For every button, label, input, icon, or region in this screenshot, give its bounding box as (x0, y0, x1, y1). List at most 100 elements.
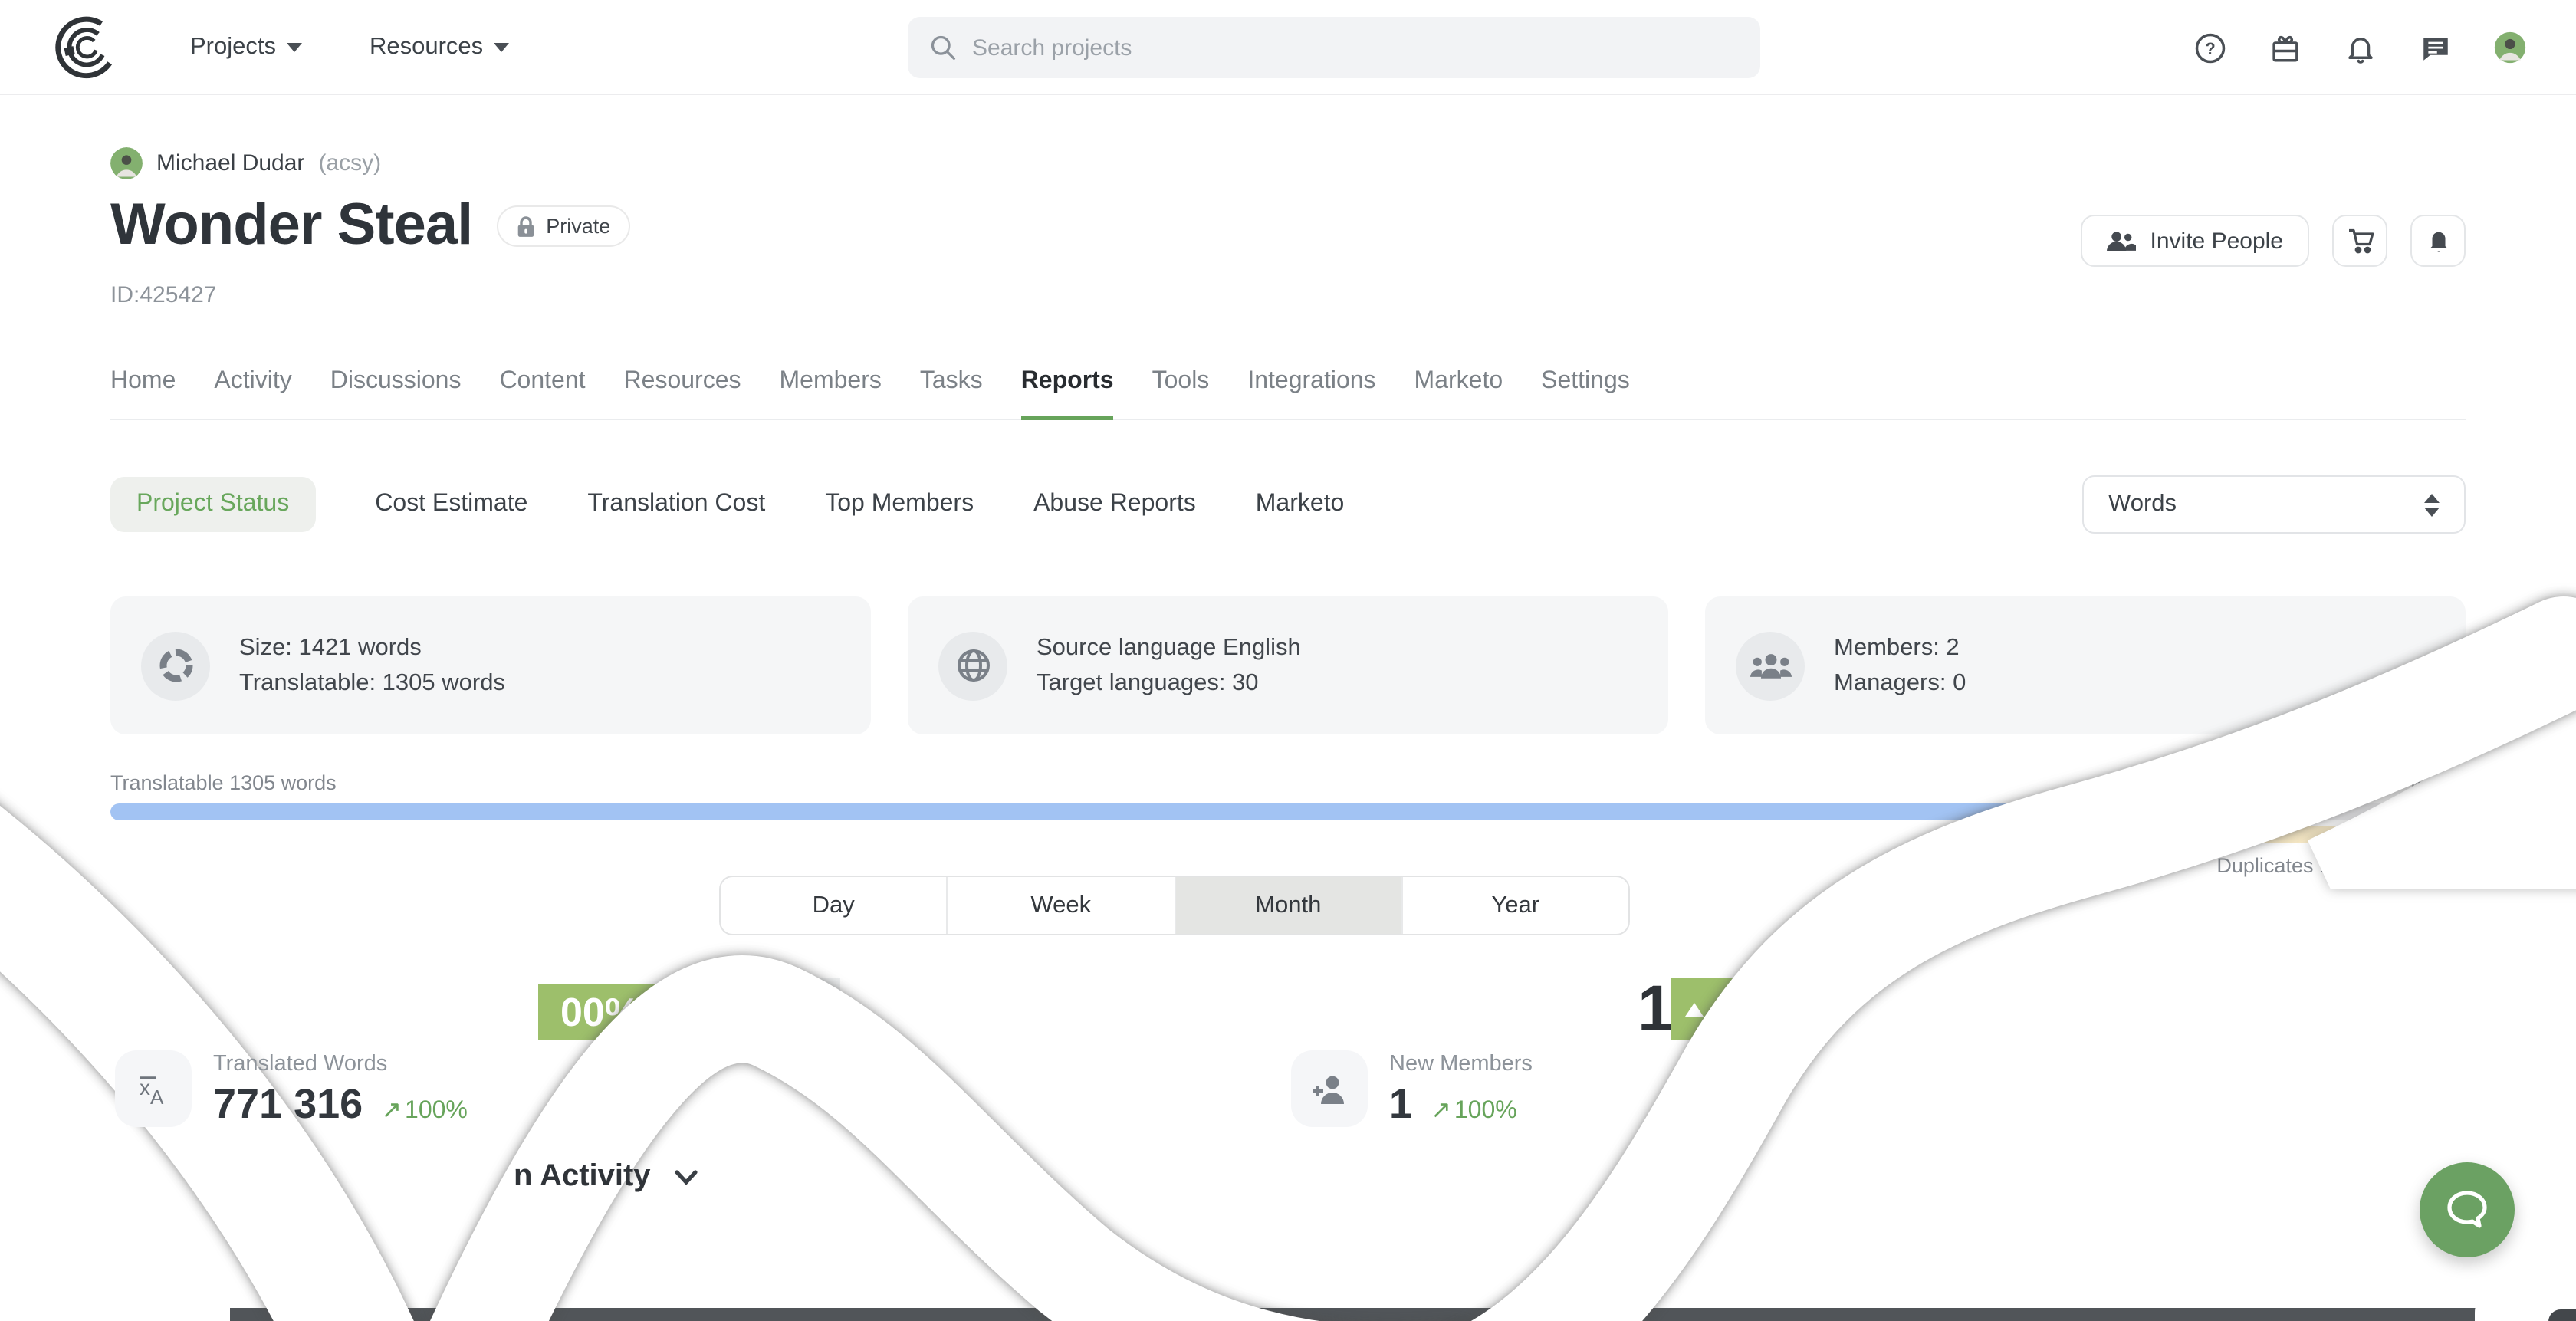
new-members-stat: New Members 1 ↗ 100% (1291, 1050, 1533, 1129)
chart-delta-badge: 00% (538, 984, 662, 1040)
select-arrows-icon (2424, 493, 2440, 516)
invite-people-button[interactable]: Invite People (2082, 215, 2309, 267)
stat-delta-value: 100% (1454, 1098, 1517, 1125)
messages-icon[interactable] (2418, 31, 2452, 64)
duplicates-label: Duplicates 1 (2216, 854, 2331, 877)
chart-delta-badge-text: 00% (560, 988, 640, 1036)
help-icon[interactable]: ? (2193, 31, 2226, 64)
stat-delta-value: 100% (405, 1098, 468, 1125)
stat-value: 771 316 (213, 1081, 363, 1129)
owner-avatar (110, 147, 143, 179)
unit-select[interactable]: Words (2082, 475, 2466, 534)
unit-select-value: Words (2108, 491, 2177, 518)
subtab-marketo[interactable]: Marketo (1256, 491, 1345, 518)
chart-value-fragment: 1 (1638, 972, 1674, 1046)
tab-integrations[interactable]: Integrations (1247, 368, 1375, 419)
chat-bubble-icon (2444, 1188, 2490, 1231)
nav-resources-label: Resources (370, 33, 483, 61)
bell-filled-icon (2425, 227, 2451, 255)
duplicates-progress-bar (2242, 826, 2466, 843)
stat-label: Translated Words (213, 1052, 468, 1076)
svg-text:?: ? (2204, 38, 2214, 58)
gift-icon[interactable] (2268, 31, 2302, 64)
subtab-top-members[interactable]: Top Members (825, 491, 974, 518)
chevron-down-icon (494, 42, 509, 51)
svg-text:x: x (140, 1076, 150, 1099)
globe-icon (938, 631, 1007, 700)
period-month[interactable]: Month (1175, 877, 1403, 934)
summary-cards: Size: 1421 words Translatable: 1305 word… (110, 596, 2466, 734)
target-languages-line: Target languages: 30 (1037, 665, 1301, 701)
search-icon (929, 34, 957, 61)
translatable-words-label: Translatable 1305 words (110, 771, 337, 794)
hidden-words-label: Hidden 116 words (2300, 771, 2466, 794)
activity-heading-text: n Activity (514, 1159, 651, 1194)
chevron-down-icon (675, 1169, 698, 1185)
chat-launcher-button[interactable] (2420, 1162, 2515, 1257)
subtab-project-status[interactable]: Project Status (110, 477, 315, 532)
cart-icon (2345, 227, 2374, 255)
notifications-bell-icon[interactable] (2343, 31, 2377, 64)
tab-resources[interactable]: Resources (624, 368, 741, 419)
breadcrumb[interactable]: Michael Dudar (acsy) (110, 147, 381, 179)
subtab-translation-cost[interactable]: Translation Cost (587, 491, 765, 518)
crowdin-logo-icon[interactable] (52, 13, 123, 81)
translatable-progress-bar (110, 803, 2466, 820)
period-segmented-control: Day Week Month Year (719, 876, 1630, 935)
tab-tools[interactable]: Tools (1152, 368, 1210, 419)
subtab-abuse-reports[interactable]: Abuse Reports (1033, 491, 1196, 518)
bottom-corner-nub (2548, 1309, 2576, 1321)
members-icon (1736, 631, 1805, 700)
tab-members[interactable]: Members (780, 368, 882, 419)
period-week[interactable]: Week (948, 877, 1176, 934)
translate-icon: x A (115, 1050, 192, 1127)
stat-label: New Members (1389, 1052, 1533, 1076)
lock-icon (517, 215, 535, 237)
person-add-icon (1291, 1050, 1368, 1127)
translated-words-stat: x A Translated Words 771 316 ↗ 100% (115, 1050, 468, 1129)
nav-projects-label: Projects (190, 33, 276, 61)
project-search[interactable] (908, 17, 1760, 78)
translation-activity-heading[interactable]: n Activity (514, 1159, 698, 1194)
size-card: Size: 1421 words Translatable: 1305 word… (110, 596, 871, 734)
trend-up-icon: ↗ (381, 1095, 402, 1125)
tab-discussions[interactable]: Discussions (330, 368, 462, 419)
period-year[interactable]: Year (1403, 877, 1629, 934)
triangle-up-icon (1686, 1002, 1704, 1016)
top-navbar: Projects Resources ? (0, 0, 2576, 95)
project-id: ID:425427 (110, 282, 216, 308)
user-avatar[interactable] (2493, 31, 2527, 64)
tab-activity[interactable]: Activity (214, 368, 291, 419)
chart-tooltip-fragment (770, 978, 840, 1038)
cart-button[interactable] (2332, 215, 2387, 267)
invite-people-label: Invite People (2150, 228, 2283, 254)
tab-marketo[interactable]: Marketo (1414, 368, 1503, 419)
period-day[interactable]: Day (721, 877, 948, 934)
donut-chart-icon (141, 631, 210, 700)
tab-home[interactable]: Home (110, 368, 176, 419)
stat-value: 1 (1389, 1081, 1412, 1129)
chart-value-fragment: 0 (724, 966, 760, 1040)
tab-settings[interactable]: Settings (1541, 368, 1630, 419)
chart-delta-badge-text: 100% (1717, 987, 1811, 1030)
managers-line: Managers: 0 (1834, 665, 1966, 701)
tab-tasks[interactable]: Tasks (920, 368, 983, 419)
nav-projects-menu[interactable]: Projects (190, 33, 302, 61)
svg-text:A: A (150, 1086, 164, 1109)
members-line: Members: 2 (1834, 630, 1966, 665)
nav-resources-menu[interactable]: Resources (370, 33, 509, 61)
size-line: Size: 1421 words (239, 630, 505, 665)
report-subtabs: Project Status Cost Estimate Translation… (110, 477, 1344, 532)
chart-delta-badge: 100% (1671, 978, 1825, 1040)
search-input[interactable] (972, 35, 1708, 61)
subtab-cost-estimate[interactable]: Cost Estimate (375, 491, 527, 518)
project-notifications-button[interactable] (2410, 215, 2466, 267)
privacy-label: Private (546, 215, 610, 238)
trend-up-icon: ↗ (1431, 1095, 1451, 1125)
members-card: Members: 2 Managers: 0 (1705, 596, 2466, 734)
tab-reports[interactable]: Reports (1021, 368, 1114, 419)
tab-content[interactable]: Content (499, 368, 585, 419)
project-tabs: Home Activity Discussions Content Resour… (110, 368, 2466, 420)
privacy-badge: Private (497, 205, 630, 247)
owner-name: Michael Dudar (156, 150, 304, 176)
